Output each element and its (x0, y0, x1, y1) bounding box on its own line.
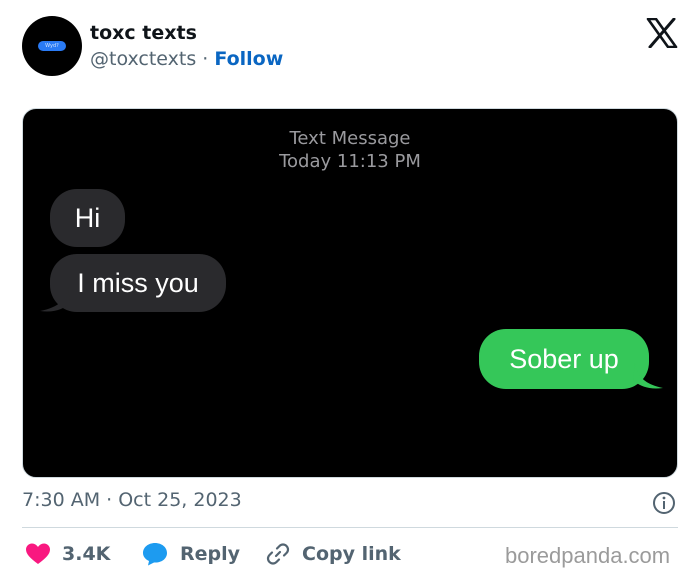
message-text: Hi (74, 202, 101, 233)
tweet-timestamp[interactable]: 7:30 AM · Oct 25, 2023 (22, 489, 242, 511)
tweet-media-image[interactable]: Text Message Today 11:13 PM Hi I miss yo… (22, 108, 678, 478)
author-name[interactable]: toxc texts (90, 22, 197, 44)
author-handle[interactable]: @toxctexts (90, 48, 196, 70)
incoming-message-bubble: Hi (50, 189, 125, 247)
author-handle-row: @toxctexts · Follow (90, 48, 283, 70)
separator-dot: · (202, 48, 209, 70)
avatar-badge-text: Wyd? (38, 41, 66, 51)
info-icon[interactable] (652, 491, 676, 515)
message-text: Sober up (509, 343, 619, 374)
x-logo-icon[interactable] (646, 18, 678, 48)
copy-link-button[interactable]: Copy link (266, 540, 401, 568)
like-button[interactable]: 3.4K (26, 540, 110, 568)
outgoing-message-bubble: Sober up (479, 329, 649, 389)
reply-label: Reply (180, 543, 241, 565)
reply-button[interactable]: Reply (142, 540, 240, 568)
message-header-time: Today 11:13 PM (279, 151, 421, 172)
avatar[interactable]: Wyd? (22, 16, 82, 76)
link-icon (266, 543, 290, 565)
watermark-text: boredpanda.com (505, 543, 671, 568)
likes-count: 3.4K (62, 543, 111, 565)
incoming-bubble-tail-icon (40, 287, 70, 312)
message-text: I miss you (77, 267, 199, 298)
outgoing-bubble-tail-icon (633, 363, 663, 389)
reply-bubble-icon (143, 543, 167, 566)
incoming-message-bubble: I miss you (50, 254, 226, 312)
copy-link-label: Copy link (302, 543, 401, 565)
message-header-title: Text Message (289, 128, 411, 149)
follow-button[interactable]: Follow (214, 48, 283, 70)
heart-icon (26, 543, 50, 564)
divider (22, 527, 678, 528)
